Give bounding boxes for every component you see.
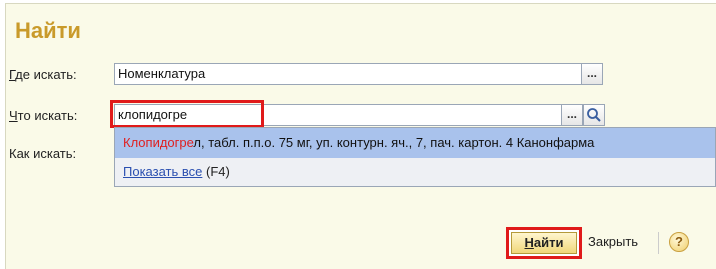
suggestion-item[interactable]: Клопидогрел, табл. п.п.о. 75 мг, уп. кон… [115, 128, 715, 158]
show-all-hint: (F4) [206, 164, 230, 179]
where-field[interactable]: Номенклатура [114, 63, 582, 85]
close-button[interactable]: Закрыть [588, 234, 638, 249]
suggestion-match-text: Клопидогре [123, 135, 194, 150]
dialog-title: Найти [15, 18, 81, 43]
find-button[interactable]: Найти [511, 232, 577, 254]
what-input-highlight [110, 100, 264, 128]
where-select-button[interactable]: ... [581, 63, 603, 85]
how-label: Как искать: [9, 146, 77, 161]
search-button[interactable] [583, 104, 605, 126]
find-button-highlight: Найти [506, 227, 582, 259]
search-icon [587, 108, 601, 122]
show-all-item: Показать все (F4) [115, 158, 715, 186]
autocomplete-dropdown: Клопидогрел, табл. п.п.о. 75 мг, уп. кон… [114, 127, 716, 187]
suggestion-rest-text: л, табл. п.п.о. 75 мг, уп. контурн. яч.,… [193, 135, 595, 150]
where-label: Где искать: [9, 67, 77, 82]
help-icon[interactable]: ? [669, 232, 689, 252]
what-label: Что искать: [9, 108, 78, 123]
what-select-button[interactable]: ... [561, 104, 583, 126]
footer-divider [658, 232, 659, 254]
show-all-link[interactable]: Показать все [123, 164, 202, 179]
